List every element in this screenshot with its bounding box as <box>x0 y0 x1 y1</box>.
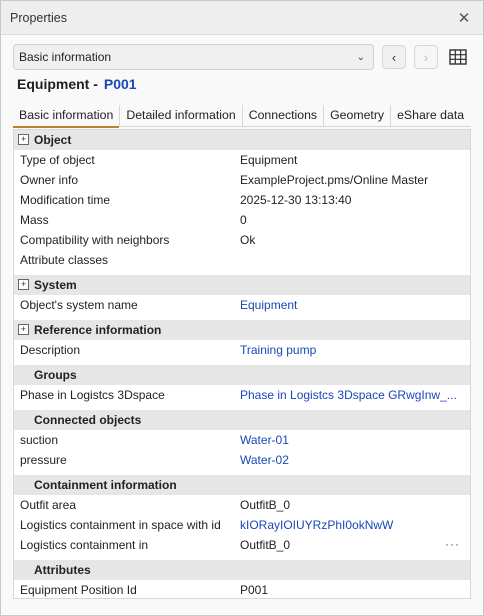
property-row: Type of object Equipment <box>14 150 470 170</box>
table-icon <box>449 49 467 65</box>
expand-icon[interactable]: + <box>18 134 29 145</box>
property-row: Outfit area OutfitB_0 <box>14 495 470 515</box>
property-row: Phase in Logistcs 3Dspace Phase in Logist… <box>14 385 470 405</box>
property-row: Logistics containment in OutfitB_0 ··· <box>14 535 470 555</box>
property-row: suction Water-01 <box>14 430 470 450</box>
table-view-button[interactable] <box>446 45 470 69</box>
properties-window: Properties ✕ Basic information ⌄ ‹ › Equ… <box>0 0 484 616</box>
property-row: Mass 0 <box>14 210 470 230</box>
property-row: Owner info ExampleProject.pms/Online Mast… <box>14 170 470 190</box>
property-row: Logistics containment in space with id kI… <box>14 515 470 535</box>
property-key: Logistics containment in space with id <box>20 518 221 532</box>
property-key: Compatibility with neighbors <box>20 233 170 247</box>
section-title: Attributes <box>34 562 91 577</box>
tab-basic-information[interactable]: Basic information <box>13 105 121 128</box>
view-select-value: Basic information <box>19 50 112 64</box>
connection-link[interactable]: Water-01 <box>236 433 470 447</box>
title-bar: Properties ✕ <box>1 1 483 35</box>
section-object[interactable]: + Object <box>14 130 470 150</box>
property-grid: + Object Type of object Equipment Owner i… <box>13 129 471 599</box>
section-attributes: Attributes <box>14 560 470 580</box>
chevron-left-icon: ‹ <box>391 49 397 65</box>
property-key: pressure <box>20 453 67 467</box>
property-key: Logistics containment in <box>20 538 149 552</box>
property-row: Object's system name Equipment <box>14 295 470 315</box>
property-key: Equipment Position Id <box>20 583 137 597</box>
property-row: Description Training pump <box>14 340 470 360</box>
property-value: ExampleProject.pms/Online Master <box>240 173 429 187</box>
chevron-right-icon: › <box>423 49 429 65</box>
expand-icon[interactable]: + <box>18 279 29 290</box>
property-row: Compatibility with neighbors Ok <box>14 230 470 250</box>
system-name-link[interactable]: Equipment <box>236 298 470 312</box>
property-key: Mass <box>20 213 49 227</box>
section-system[interactable]: + System <box>14 275 470 295</box>
view-select[interactable]: Basic information ⌄ <box>13 44 374 70</box>
containment-id-link[interactable]: kIORayIOIUYRzPhI0okNwW <box>236 518 470 532</box>
property-row: pressure Water-02 <box>14 450 470 470</box>
tab-connections[interactable]: Connections <box>243 105 325 126</box>
section-containment-information: Containment information <box>14 475 470 495</box>
property-row: Equipment Position Id P001 <box>14 580 470 598</box>
property-value: P001 <box>240 583 269 597</box>
property-key: Attribute classes <box>20 253 109 267</box>
tab-eshare-data[interactable]: eShare data <box>391 105 470 126</box>
section-reference-information[interactable]: + Reference information <box>14 320 470 340</box>
section-groups: Groups <box>14 365 470 385</box>
object-type-label: Equipment - <box>17 76 98 92</box>
more-options-icon[interactable]: ··· <box>445 537 460 551</box>
property-value: Equipment <box>240 153 298 167</box>
property-key: suction <box>20 433 59 447</box>
section-title: Containment information <box>34 477 177 492</box>
object-id-link[interactable]: P001 <box>104 76 137 92</box>
property-key: Type of object <box>20 153 95 167</box>
property-row: Attribute classes <box>14 250 470 270</box>
back-button[interactable]: ‹ <box>382 45 406 69</box>
page-title: Equipment - P001 <box>17 76 137 92</box>
property-key: Phase in Logistcs 3Dspace <box>20 388 165 402</box>
property-value: Ok <box>240 233 256 247</box>
properties-content: Basic information ⌄ ‹ › Equipment - P001… <box>1 35 483 615</box>
property-value: OutfitB_0 <box>240 538 291 552</box>
forward-button[interactable]: › <box>414 45 438 69</box>
property-value: 0 <box>240 213 247 227</box>
section-connected-objects: Connected objects <box>14 410 470 430</box>
tab-detailed-information[interactable]: Detailed information <box>120 105 243 126</box>
section-title: Object <box>34 132 72 147</box>
property-key: Modification time <box>20 193 111 207</box>
chevron-down-icon: ⌄ <box>356 51 365 63</box>
tab-geometry[interactable]: Geometry <box>324 105 392 126</box>
property-key: Object's system name <box>20 298 138 312</box>
property-value: OutfitB_0 <box>240 498 291 512</box>
toolbar: Basic information ⌄ ‹ › <box>13 44 471 70</box>
window-title: Properties <box>10 10 67 25</box>
property-key: Owner info <box>20 173 79 187</box>
property-key: Outfit area <box>20 498 77 512</box>
close-icon[interactable]: ✕ <box>455 9 473 27</box>
section-title: Groups <box>34 367 77 382</box>
description-link[interactable]: Training pump <box>236 343 470 357</box>
expand-icon[interactable]: + <box>18 324 29 335</box>
connection-link[interactable]: Water-02 <box>236 453 470 467</box>
tab-bar: Basic information Detailed information C… <box>13 105 471 128</box>
property-key: Description <box>20 343 81 357</box>
section-title: Reference information <box>34 322 162 337</box>
section-title: Connected objects <box>34 412 142 427</box>
property-row: Modification time 2025-12-30 13:13:40 <box>14 190 470 210</box>
section-title: System <box>34 277 77 292</box>
group-link[interactable]: Phase in Logistcs 3Dspace GRwgInw_... <box>236 388 470 402</box>
property-value: 2025-12-30 13:13:40 <box>240 193 352 207</box>
